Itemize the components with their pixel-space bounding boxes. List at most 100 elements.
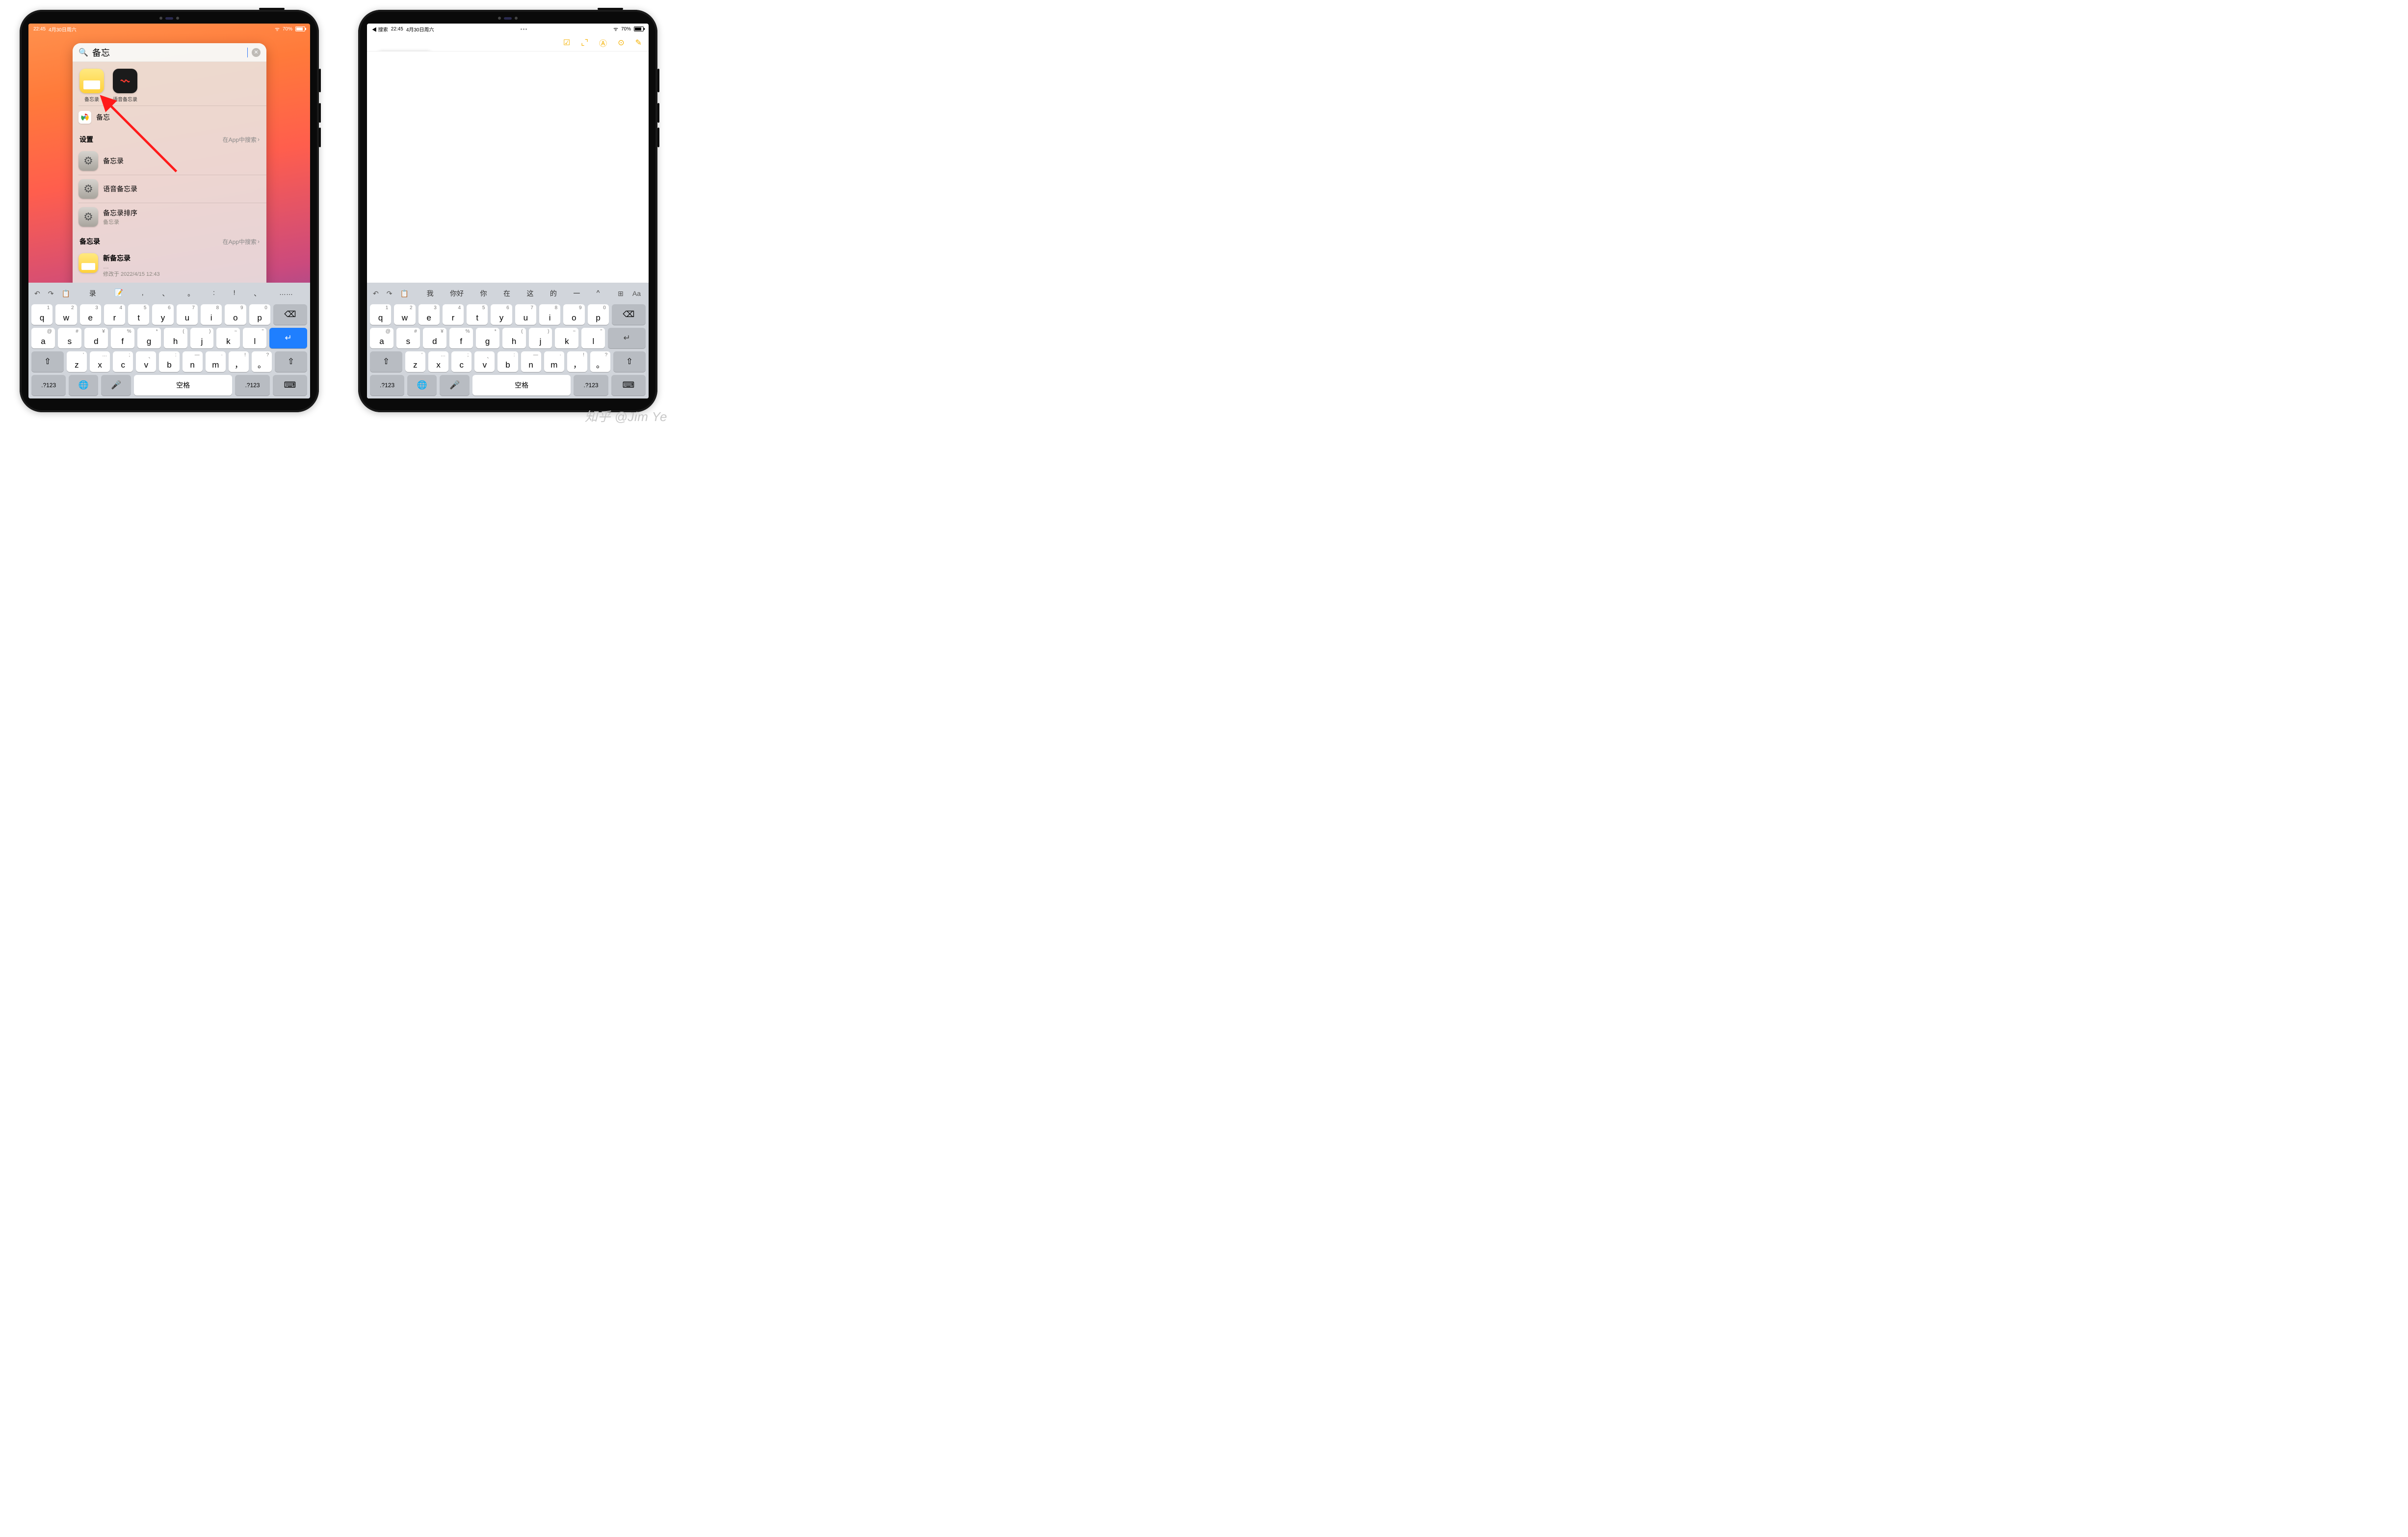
backspace-key[interactable]: ⌫	[612, 304, 646, 325]
candidate-bar[interactable]: 录 📝 , 、 。 : ! 、 ……	[80, 289, 302, 298]
markup-icon[interactable]: Ⓐ	[599, 37, 607, 49]
key-c[interactable]: c;	[113, 351, 133, 372]
key-j[interactable]: j)	[190, 328, 214, 348]
key-。[interactable]: 。?	[252, 351, 272, 372]
shift-key[interactable]: ⇧	[275, 351, 307, 372]
spotlight-searchbar[interactable]: 🔍 ✕	[73, 43, 266, 62]
hide-keyboard-key[interactable]: ⌨︎	[273, 375, 307, 396]
key-y[interactable]: y6	[152, 304, 173, 325]
table-icon[interactable]: ⊞	[618, 290, 624, 298]
space-key[interactable]: 空格	[134, 375, 233, 396]
key-q[interactable]: q1	[370, 304, 391, 325]
key-i[interactable]: i8	[201, 304, 222, 325]
compose-icon[interactable]: ✎	[635, 38, 642, 48]
key-s[interactable]: s#	[58, 328, 81, 348]
search-in-app-link[interactable]: 在App中搜索›	[223, 238, 260, 246]
shift-key[interactable]: ⇧	[613, 351, 646, 372]
globe-key[interactable]: 🌐	[69, 375, 98, 396]
return-key[interactable]: ↵	[608, 328, 646, 348]
mode-key[interactable]: .?123	[235, 375, 269, 396]
mic-key[interactable]: 🎤	[101, 375, 131, 396]
mic-key[interactable]: 🎤	[440, 375, 469, 396]
key-o[interactable]: o9	[225, 304, 246, 325]
settings-item-voice-memos[interactable]: ⚙ 语音备忘录	[73, 175, 266, 203]
key-p[interactable]: p0	[588, 304, 609, 325]
clipboard-icon[interactable]: 📋	[61, 290, 70, 298]
shift-key[interactable]: ⇧	[370, 351, 402, 372]
clear-search-button[interactable]: ✕	[252, 48, 261, 57]
globe-key[interactable]: 🌐	[407, 375, 437, 396]
keyboard[interactable]: ↶ ↷ 📋 录 📝 , 、 。 : ! 、 …… q1w2e3r4t5y6u7i…	[28, 283, 310, 398]
checklist-icon[interactable]: ☑︎	[563, 38, 570, 48]
siri-suggestion-row[interactable]: 备忘	[73, 106, 266, 129]
more-icon[interactable]: ⊙	[618, 38, 624, 48]
key-c[interactable]: c;	[451, 351, 471, 372]
key-b[interactable]: b:	[159, 351, 179, 372]
app-result-notes[interactable]: 备忘录	[79, 69, 105, 103]
key-a[interactable]: a@	[31, 328, 55, 348]
key-。[interactable]: 。?	[590, 351, 610, 372]
key-i[interactable]: i8	[539, 304, 560, 325]
key-n[interactable]: n—	[183, 351, 203, 372]
key-e[interactable]: e3	[80, 304, 101, 325]
camera-icon[interactable]: ⌞⌝	[581, 38, 588, 48]
key-s[interactable]: s#	[396, 328, 420, 348]
key-k[interactable]: k~	[216, 328, 240, 348]
redo-icon[interactable]: ↷	[387, 290, 393, 298]
key-d[interactable]: d¥	[423, 328, 446, 348]
note-result[interactable]: 新备忘录 … 修改于 2022/4/15 12:43	[73, 249, 266, 284]
key-g[interactable]: g*	[476, 328, 499, 348]
key-，[interactable]: ，!	[229, 351, 249, 372]
key-z[interactable]: z'	[67, 351, 87, 372]
settings-item-notes-sort[interactable]: ⚙ 备忘录排序 备忘录	[73, 203, 266, 231]
key-w[interactable]: w2	[394, 304, 415, 325]
return-key[interactable]: ↵	[269, 328, 307, 348]
key-x[interactable]: x…	[90, 351, 110, 372]
undo-icon[interactable]: ↶	[373, 290, 379, 298]
key-f[interactable]: f%	[449, 328, 473, 348]
key-m[interactable]: m·	[206, 351, 226, 372]
key-f[interactable]: f%	[111, 328, 134, 348]
key-q[interactable]: q1	[31, 304, 52, 325]
clipboard-icon[interactable]: 📋	[400, 290, 408, 298]
mode-key[interactable]: .?123	[574, 375, 608, 396]
key-d[interactable]: d¥	[84, 328, 108, 348]
key-o[interactable]: o9	[563, 304, 584, 325]
key-r[interactable]: r4	[104, 304, 125, 325]
key-n[interactable]: n—	[521, 351, 541, 372]
key-w[interactable]: w2	[55, 304, 77, 325]
backspace-key[interactable]: ⌫	[273, 304, 307, 325]
shift-key[interactable]: ⇧	[31, 351, 64, 372]
redo-icon[interactable]: ↷	[48, 290, 54, 298]
key-g[interactable]: g*	[137, 328, 161, 348]
candidate-bar[interactable]: 我 你好 你 在 这 的 一 ^	[419, 289, 608, 298]
key-t[interactable]: t5	[128, 304, 149, 325]
key-v[interactable]: v、	[136, 351, 156, 372]
key-b[interactable]: b:	[497, 351, 518, 372]
multitask-dots-icon[interactable]	[521, 28, 527, 30]
key-r[interactable]: r4	[443, 304, 464, 325]
mode-key[interactable]: .?123	[370, 375, 404, 396]
key-l[interactable]: l"	[243, 328, 266, 348]
app-result-voice-memos[interactable]: 语音备忘录	[112, 69, 138, 103]
key-p[interactable]: p0	[249, 304, 270, 325]
key-u[interactable]: u7	[177, 304, 198, 325]
keyboard[interactable]: ↶ ↷ 📋 我 你好 你 在 这 的 一 ^ ⊞ Aa	[367, 283, 649, 398]
key-u[interactable]: u7	[515, 304, 536, 325]
mode-key[interactable]: .?123	[31, 375, 66, 396]
key-l[interactable]: l"	[581, 328, 605, 348]
key-k[interactable]: k~	[555, 328, 578, 348]
search-in-app-link[interactable]: 在App中搜索›	[223, 135, 260, 144]
key-t[interactable]: t5	[467, 304, 488, 325]
key-m[interactable]: m·	[544, 351, 564, 372]
key-h[interactable]: h(	[502, 328, 526, 348]
key-y[interactable]: y6	[491, 304, 512, 325]
undo-icon[interactable]: ↶	[34, 290, 40, 298]
text-format-icon[interactable]: Aa	[632, 290, 641, 298]
hide-keyboard-key[interactable]: ⌨︎	[611, 375, 646, 396]
key-h[interactable]: h(	[164, 328, 187, 348]
key-x[interactable]: x…	[428, 351, 448, 372]
key-v[interactable]: v、	[474, 351, 495, 372]
key-a[interactable]: a@	[370, 328, 393, 348]
back-to-app[interactable]: ◀ 搜索	[372, 26, 388, 33]
